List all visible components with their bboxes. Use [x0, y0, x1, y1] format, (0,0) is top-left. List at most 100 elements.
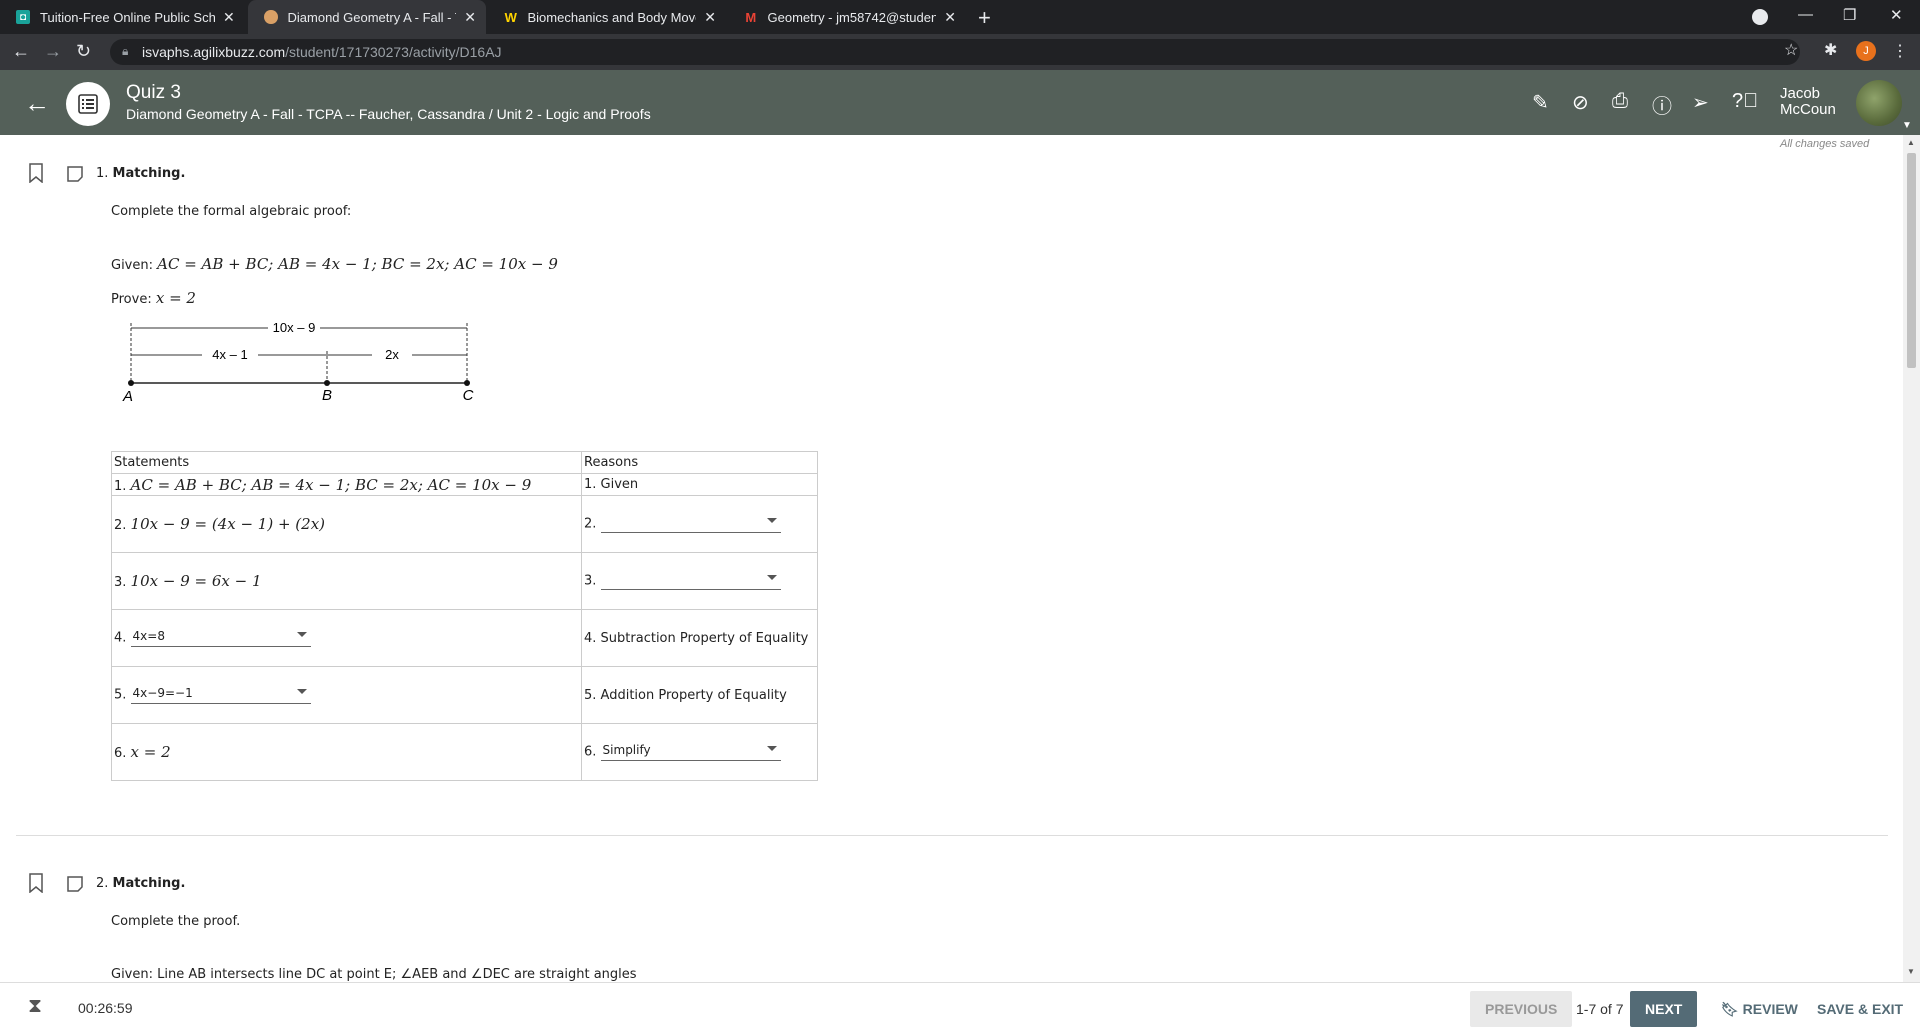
browser-tab[interactable]: ◘ Tuition-Free Online Public Schoo ✕ — [0, 0, 246, 34]
forward-icon[interactable]: → — [44, 41, 62, 62]
caret-down-icon — [766, 518, 777, 523]
reload-icon[interactable]: ↻ — [76, 41, 91, 62]
statement-cell: 2. 10x − 9 = (4x − 1) + (2x) — [111, 495, 582, 553]
close-icon[interactable]: ✕ — [944, 9, 956, 26]
bookmark-icon[interactable] — [28, 163, 44, 187]
row-number: 5. — [584, 687, 597, 703]
reason-cell: 3. — [581, 552, 818, 610]
back-arrow-icon[interactable]: ← — [24, 88, 50, 119]
question-divider — [16, 835, 1888, 836]
quiz-content: 1. Matching. Complete the formal algebra… — [0, 135, 1900, 982]
statement-math: 10x − 9 = 6x − 1 — [130, 572, 262, 590]
tab-label: Tuition-Free Online Public Schoo — [40, 9, 215, 25]
reason-cell: 4. Subtraction Property of Equality — [581, 609, 818, 667]
caret-down-icon — [296, 632, 307, 637]
row-number: 6. — [114, 746, 127, 761]
pen-icon[interactable]: ✎ — [1532, 90, 1549, 115]
lock-icon: 🔒︎ — [122, 44, 129, 58]
restore-icon[interactable]: ❐ — [1843, 6, 1856, 24]
send-icon[interactable]: ➢ — [1692, 90, 1709, 115]
caret-down-icon — [296, 689, 307, 694]
bookmark-star-icon[interactable]: ☆ — [1784, 40, 1798, 60]
gmail-icon: M — [745, 9, 757, 25]
bookmark-icon[interactable] — [28, 873, 44, 897]
address-bar[interactable]: 🔒︎ isvaphs.agilixbuzz.com/student/171730… — [110, 39, 1800, 65]
statement-dropdown[interactable]: 4x−9=−1 — [130, 686, 311, 704]
note-icon[interactable] — [66, 875, 84, 897]
scroll-up-icon[interactable]: ▲ — [1907, 138, 1915, 147]
previous-button[interactable]: PREVIOUS — [1470, 991, 1573, 1027]
new-tab-icon[interactable]: + — [978, 5, 991, 31]
back-icon[interactable]: ← — [12, 41, 30, 62]
scroll-thumb[interactable] — [1907, 153, 1916, 368]
browser-tab-active[interactable]: Diamond Geometry A - Fall - TCP ✕ — [248, 0, 486, 34]
proof-table: Statements Reasons 1. AC = AB + BC; AB =… — [111, 451, 818, 781]
note-icon[interactable] — [66, 165, 84, 187]
user-name[interactable]: Jacob McCoun — [1780, 86, 1836, 118]
reason-cell: 1. Given — [581, 473, 818, 496]
table-row: 3. 10x − 9 = 6x − 1 3. — [111, 552, 818, 610]
statement-math: AC = AB + BC; AB = 4x − 1; BC = 2x; AC =… — [130, 475, 532, 494]
block-icon[interactable]: ⊘ — [1572, 90, 1589, 115]
prove-math: x = 2 — [155, 289, 196, 307]
row-number: 3. — [114, 575, 127, 590]
col-statements: Statements — [111, 451, 582, 474]
activity-list-icon[interactable] — [66, 82, 110, 126]
reason-text: Subtraction Property of Equality — [600, 630, 809, 646]
statement-dropdown-value: 4x=8 — [132, 629, 165, 643]
close-icon[interactable]: ✕ — [464, 9, 476, 26]
question-header: 1. Matching. — [96, 166, 185, 181]
breadcrumb: Diamond Geometry A - Fall - TCPA -- Fauc… — [126, 106, 651, 122]
next-button[interactable]: NEXT — [1630, 991, 1698, 1027]
scroll-down-icon[interactable]: ▼ — [1907, 967, 1915, 976]
reason-cell: 2. — [581, 495, 818, 553]
diagram-total-label: 10x – 9 — [273, 320, 316, 335]
user-first: Jacob — [1780, 85, 1821, 102]
statement-dropdown-value: 4x−9=−1 — [132, 686, 193, 700]
given-line-partial: Given: Line AB intersects line DC at poi… — [111, 967, 637, 982]
close-icon[interactable]: ✕ — [223, 9, 235, 26]
reason-text: Given — [600, 477, 639, 492]
reason-dropdown[interactable] — [600, 515, 781, 533]
chevron-down-icon[interactable]: ▼ — [1902, 120, 1912, 131]
print-icon[interactable]: ⎙ — [1612, 90, 1628, 113]
browser-tab[interactable]: W Biomechanics and Body Moveme ✕ — [488, 0, 726, 34]
browser-tab[interactable]: M Geometry - jm58742@students.i ✕ — [728, 0, 966, 34]
avatar[interactable] — [1856, 80, 1902, 126]
user-last: McCoun — [1780, 101, 1836, 118]
point-c-label: C — [463, 387, 474, 403]
help-icon[interactable]: ?⃝ — [1732, 90, 1758, 113]
profile-avatar[interactable]: J — [1856, 41, 1876, 61]
statement-math: x = 2 — [130, 743, 171, 761]
question-number: 2. — [96, 876, 109, 891]
review-label: REVIEW — [1742, 1001, 1798, 1017]
reason-dropdown[interactable]: Simplify — [600, 743, 781, 761]
media-icon[interactable] — [1752, 9, 1768, 25]
table-row: 6. x = 2 6. Simplify — [111, 723, 818, 781]
row-number: 2. — [114, 518, 127, 533]
reason-dropdown[interactable] — [600, 572, 781, 590]
row-number: 2. — [584, 516, 597, 532]
tab-label: Diamond Geometry A - Fall - TCP — [287, 9, 457, 25]
review-button[interactable]: 🔖︎ REVIEW — [1706, 991, 1813, 1027]
page-indicator: 1-7 of 7 — [1576, 1001, 1624, 1017]
extensions-icon[interactable]: ✱ — [1824, 40, 1837, 60]
url-host: isvaphs.agilixbuzz.com — [142, 44, 286, 60]
close-window-icon[interactable]: ✕ — [1890, 6, 1903, 24]
statement-math: 10x − 9 = (4x − 1) + (2x) — [130, 515, 326, 533]
statement-cell: 4. 4x=8 — [111, 609, 582, 667]
close-icon[interactable]: ✕ — [704, 9, 716, 26]
browser-menu-icon[interactable]: ⋮ — [1892, 41, 1908, 61]
statement-dropdown[interactable]: 4x=8 — [130, 629, 311, 647]
page-title: Quiz 3 — [126, 82, 181, 103]
scrollbar[interactable]: ▲ ▼ — [1903, 135, 1920, 982]
table-row: 2. 10x − 9 = (4x − 1) + (2x) 2. — [111, 495, 818, 553]
info-icon[interactable]: ⓘ — [1652, 90, 1672, 119]
school-icon: ◘ — [16, 10, 30, 24]
hourglass-icon: ⧗ — [28, 995, 43, 1017]
bookmark-icon: 🔖︎ — [1721, 1001, 1739, 1017]
minimize-icon[interactable]: — — [1798, 6, 1813, 23]
caret-down-icon — [766, 575, 777, 580]
save-exit-button[interactable]: SAVE & EXIT — [1802, 991, 1918, 1027]
browser-tabbar: ◘ Tuition-Free Online Public Schoo ✕ Dia… — [0, 0, 1920, 34]
